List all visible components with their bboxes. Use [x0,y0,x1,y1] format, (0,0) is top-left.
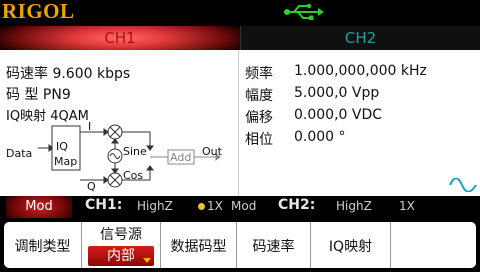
panel-divider [238,50,239,196]
top-bar: RIGOL [0,0,480,26]
diagram-i-label: I [88,120,92,133]
tab-ch1[interactable]: CH1 [0,26,240,50]
diagram-q-label: Q [87,180,96,193]
softkey-bar: 调制类型 信号源 内部 数据码型 码速率 IQ映射 [4,222,476,268]
ch1-output-dot-icon [198,203,205,210]
tab-ch2[interactable]: CH2 [240,26,480,50]
menu-signal-source[interactable]: 信号源 内部 [82,222,161,268]
offset-label: 偏移 [245,110,273,126]
phase-value[interactable]: 0.000 ° [294,129,346,145]
ch2-status-label: CH2: [278,197,316,213]
ch2-impedance: HighZ [336,199,372,213]
menu-data-pattern-label: 数据码型 [170,239,227,255]
ch1-mode: Mod [231,199,257,213]
diagram-data-label: Data [6,147,33,160]
diagram-out-label: Out [202,145,222,158]
signal-source-value-text: 内部 [107,248,135,264]
menu-iq-map[interactable]: IQ映射 [311,222,391,268]
main-panel: 码速率 9.600 kbps 码 型 PN9 IQ映射 4QAM Data IQ… [0,50,480,196]
menu-mod-type-label: 调制类型 [14,239,71,255]
status-bar: Mod CH1: HighZ 1X Mod CH2: HighZ 1X [0,196,480,218]
freq-label: 频率 [245,66,273,82]
menu-symbol-rate[interactable]: 码速率 [237,222,311,268]
menu-data-pattern[interactable]: 数据码型 [161,222,237,268]
menu-symbol-rate-label: 码速率 [252,239,295,255]
ch1-gain: 1X [207,199,223,213]
code-type-readout[interactable]: 码 型 PN9 [6,84,71,104]
sine-wave-icon [449,178,477,192]
diagram-iq-label: IQ [56,140,68,153]
ch1-status-label: CH1: [85,197,123,213]
usb-icon [284,3,324,20]
diagram-sine-label: Sine [123,145,147,158]
softkey-menu: 调制类型 信号源 内部 数据码型 码速率 IQ映射 [0,218,480,272]
symbol-rate-readout[interactable]: 码速率 9.600 kbps [6,63,130,83]
phase-label: 相位 [245,132,273,148]
menu-mod-type[interactable]: 调制类型 [4,222,82,268]
diagram-map-label: Map [54,155,78,168]
amplitude-value[interactable]: 5.000,0 Vpp [294,85,379,101]
rigol-logo: RIGOL [2,0,75,23]
freq-value[interactable]: 1.000,000,000 kHz [294,63,427,79]
menu-empty-slot[interactable] [391,222,453,268]
menu-signal-source-label: 信号源 [100,227,142,243]
diagram-cos-label: Cos [123,169,144,182]
mode-indicator: Mod [6,196,72,218]
offset-value[interactable]: 0.000,0 VDC [294,107,382,123]
ch1-impedance: HighZ [137,199,173,213]
channel-tabs: CH1 CH2 [0,26,480,50]
ch2-gain: 1X [399,199,415,213]
dropdown-arrow-icon [143,258,151,263]
amplitude-label: 幅度 [245,88,273,104]
signal-source-value[interactable]: 内部 [88,246,154,266]
diagram-add-label: Add [170,151,192,164]
menu-iq-map-label: IQ映射 [328,239,373,255]
